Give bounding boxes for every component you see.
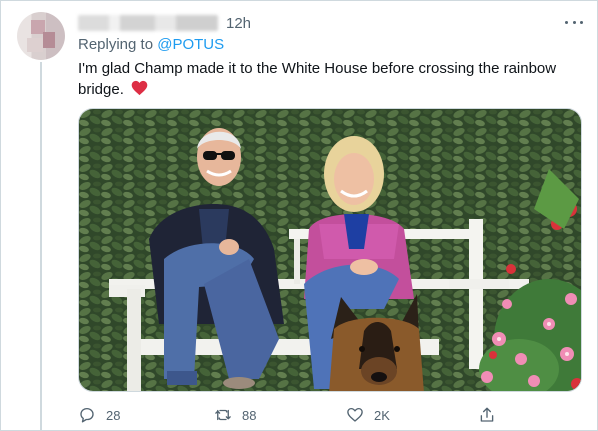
author-name-redacted[interactable] — [78, 15, 218, 31]
retweet-button[interactable]: 88 — [214, 404, 256, 426]
timestamp[interactable]: 12h — [226, 15, 251, 32]
replying-prefix: Replying to — [78, 36, 158, 53]
replying-to: Replying to @POTUS — [78, 36, 224, 53]
reply-count: 28 — [106, 407, 121, 423]
replying-to-handle-link[interactable]: @POTUS — [157, 36, 224, 53]
retweet-count: 88 — [242, 407, 257, 423]
like-button[interactable]: 2K — [346, 404, 390, 426]
tweet-header: 12h — [78, 12, 251, 34]
thread-line — [40, 62, 42, 431]
tweet-actions: 28 88 2K — [78, 404, 582, 426]
like-count: 2K — [374, 407, 390, 423]
share-icon — [480, 407, 494, 422]
share-button[interactable] — [478, 404, 496, 426]
avatar[interactable] — [17, 12, 65, 60]
reply-icon — [80, 407, 94, 423]
retweet-icon — [215, 409, 231, 421]
more-options-icon[interactable] — [562, 14, 586, 30]
reply-button[interactable]: 28 — [78, 404, 120, 426]
tweet-photo[interactable] — [78, 108, 582, 392]
photo-image — [79, 109, 581, 391]
tweet-body: I'm glad Champ made it to the White Hous… — [78, 60, 557, 98]
heart-outline-icon — [347, 407, 363, 422]
red-heart-emoji-icon — [131, 80, 148, 102]
tweet-text: I'm glad Champ made it to the White Hous… — [78, 58, 578, 102]
